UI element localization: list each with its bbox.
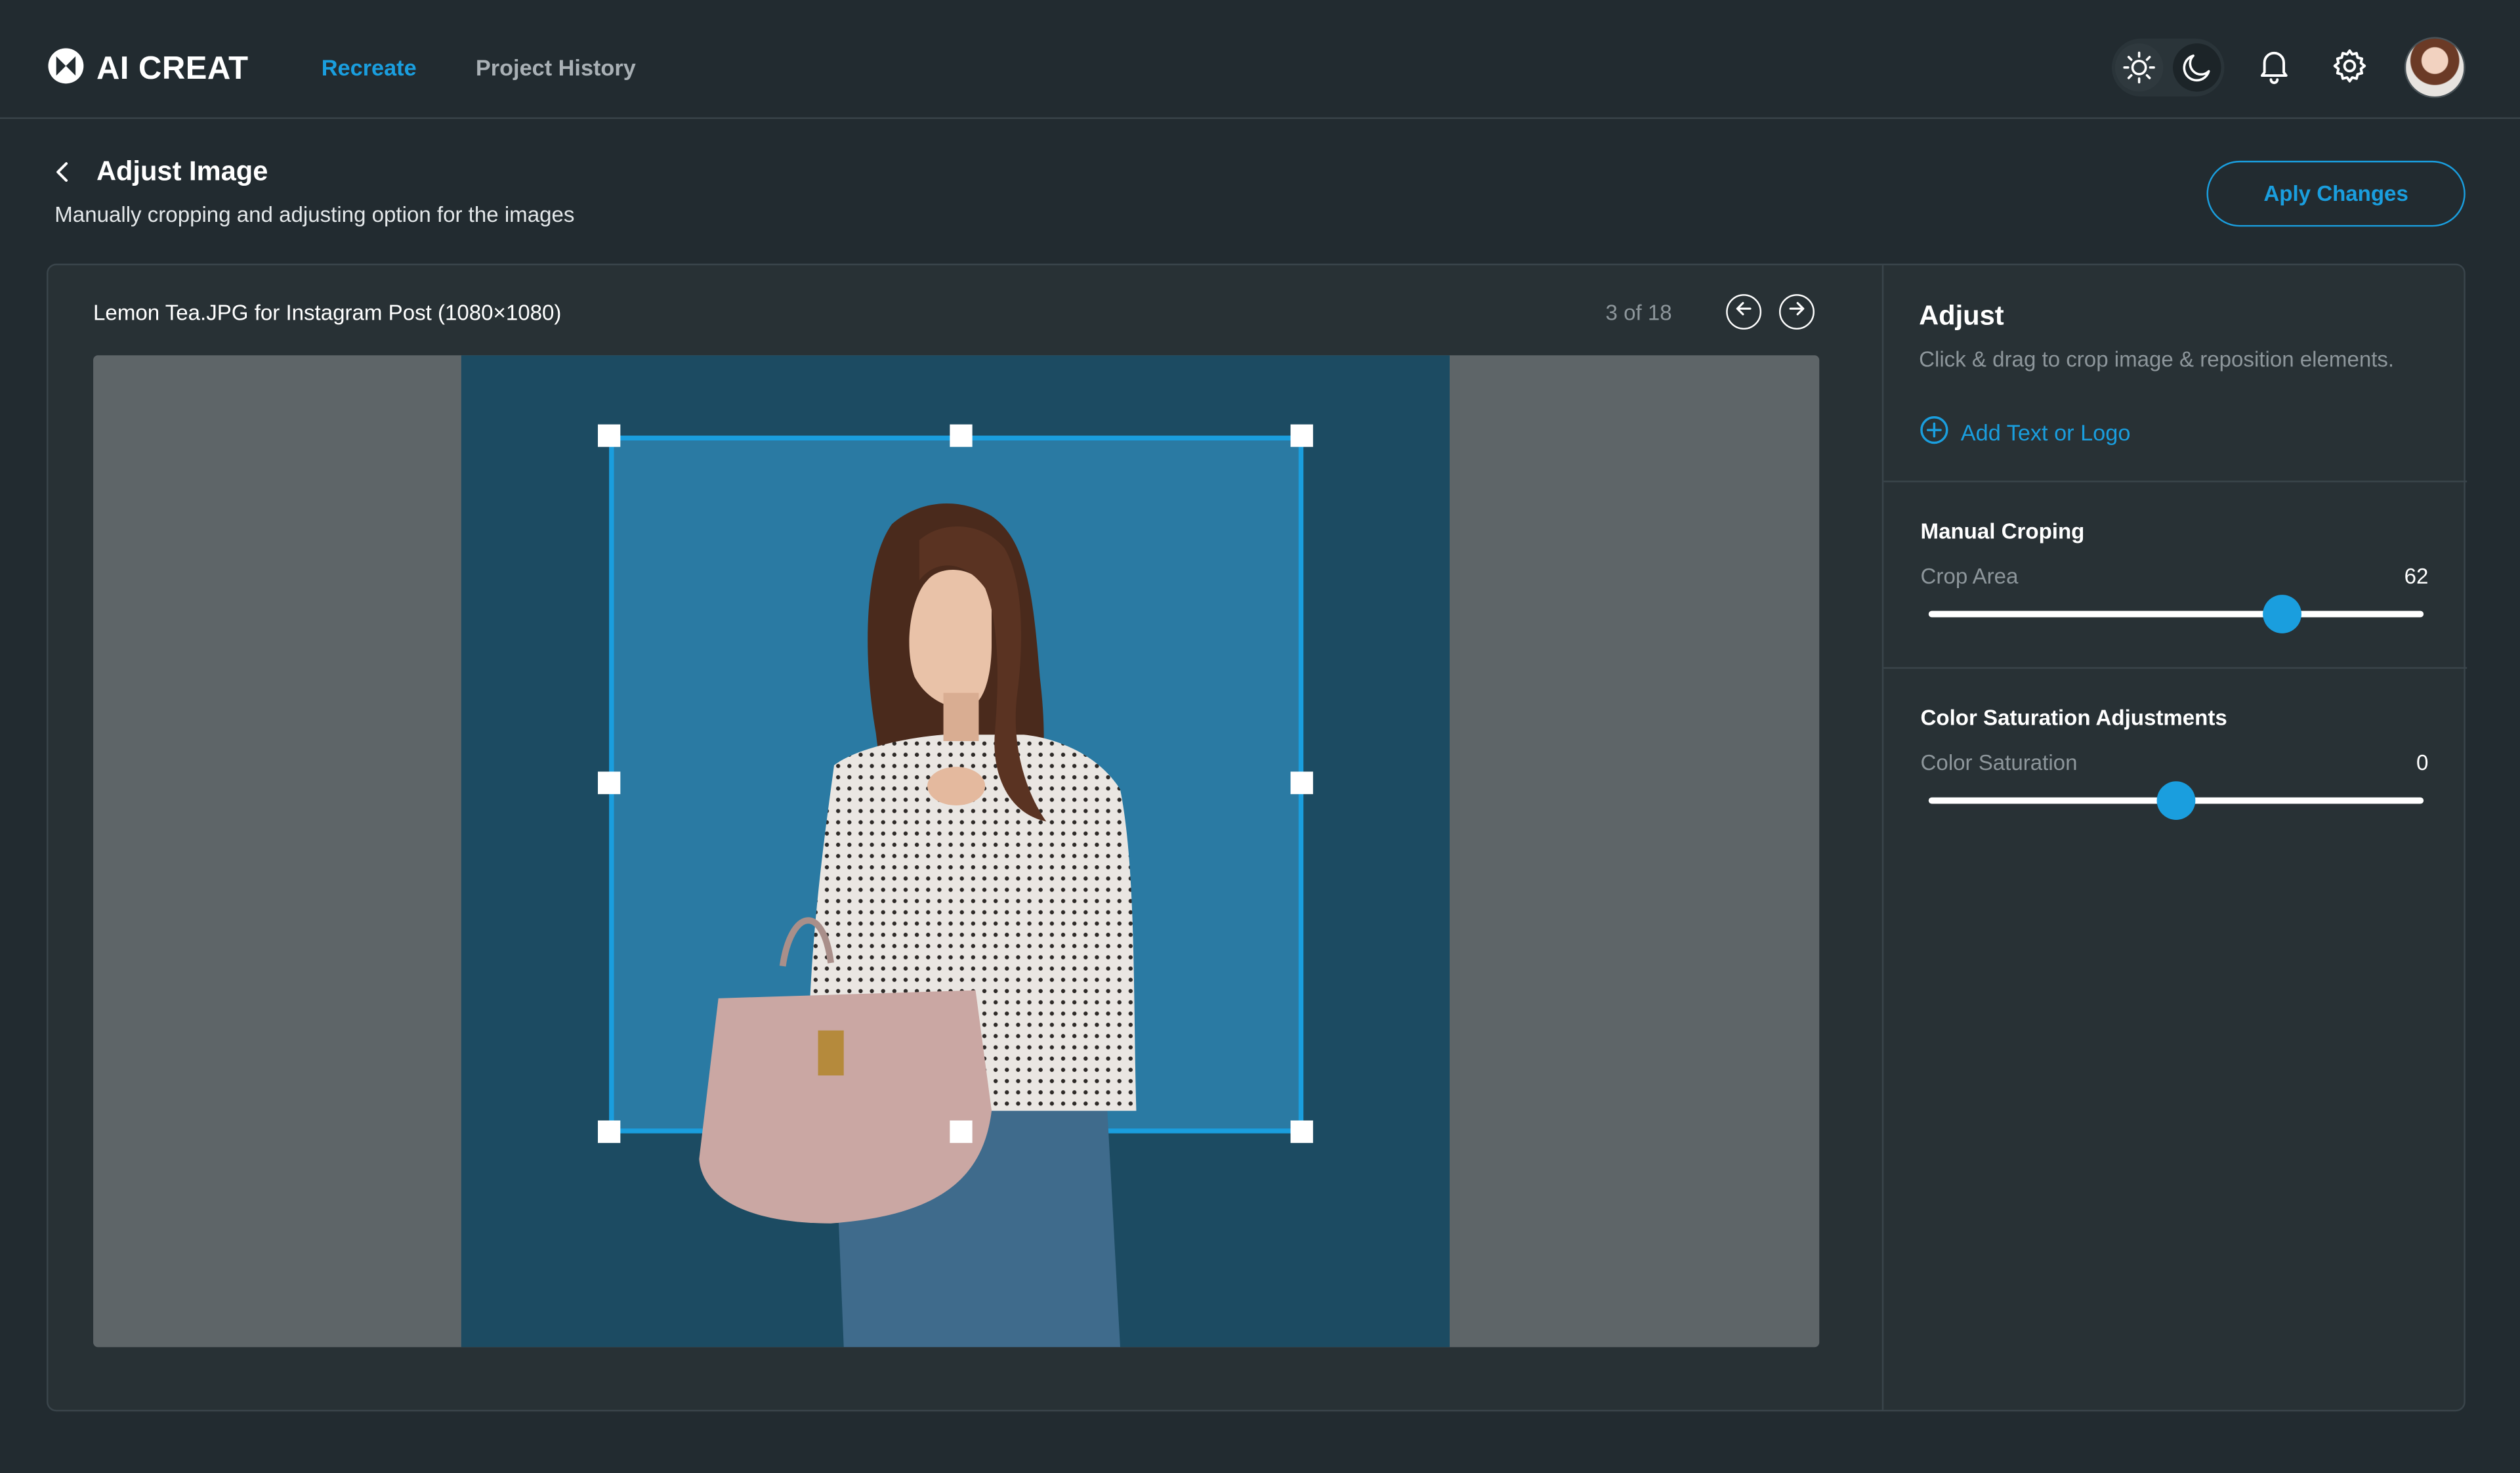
- color-saturation-slider[interactable]: [1928, 781, 2424, 820]
- crop-handle-top-left[interactable]: [598, 424, 621, 447]
- image-canvas[interactable]: [93, 355, 1820, 1348]
- app-window: AI CREAT Recreate Project History Adjust…: [0, 0, 2520, 1472]
- adjust-description: Click & drag to crop image & reposition …: [1919, 347, 2395, 372]
- page-title: Adjust Image: [96, 156, 268, 187]
- crop-handle-bottom-right[interactable]: [1290, 1120, 1313, 1143]
- top-bar: AI CREAT Recreate Project History: [0, 0, 2520, 119]
- color-saturation-slider-thumb[interactable]: [2156, 781, 2196, 820]
- moon-icon[interactable]: [2173, 43, 2221, 92]
- nav-recreate[interactable]: Recreate: [322, 54, 417, 80]
- color-saturation-section: Color Saturation Adjustments Color Satur…: [1883, 669, 2467, 855]
- color-saturation-label: Color Saturation: [1920, 750, 2078, 775]
- adjust-panel: Adjust Click & drag to crop image & repo…: [1881, 265, 2468, 1410]
- add-text-or-logo-button[interactable]: Add Text or Logo: [1919, 415, 2130, 450]
- add-text-or-logo-label: Add Text or Logo: [1960, 419, 2131, 446]
- crop-handle-top-right[interactable]: [1290, 424, 1313, 447]
- crop-area-slider-thumb[interactable]: [2263, 595, 2302, 633]
- adjust-title: Adjust: [1919, 300, 2004, 331]
- file-name: Lemon Tea.JPG for Instagram Post (1080×1…: [93, 300, 562, 325]
- crop-handle-bottom-left[interactable]: [598, 1120, 621, 1143]
- next-image-button[interactable]: [1779, 294, 1815, 330]
- image-preview[interactable]: [461, 355, 1450, 1348]
- crop-handle-top[interactable]: [950, 424, 973, 447]
- arrow-right-icon: [1787, 297, 1806, 326]
- manual-cropping-title: Manual Croping: [1920, 519, 2085, 544]
- crop-area-slider[interactable]: [1928, 595, 2424, 633]
- sun-icon[interactable]: [2114, 43, 2164, 92]
- apply-changes-button[interactable]: Aply Changes: [2206, 160, 2466, 227]
- plus-circle-icon: [1919, 415, 1950, 450]
- editor-panel: Lemon Tea.JPG for Instagram Post (1080×1…: [47, 263, 2468, 1412]
- crop-area-value: 62: [2404, 564, 2429, 589]
- bell-icon[interactable]: [2253, 45, 2295, 87]
- app-name: AI CREAT: [96, 51, 249, 87]
- logo-icon: [47, 47, 85, 93]
- logo[interactable]: AI CREAT: [47, 47, 249, 93]
- back-arrow-icon[interactable]: [48, 158, 77, 194]
- manual-cropping-section: Manual Croping Crop Area 62: [1883, 482, 2468, 669]
- adjust-section: Adjust Click & drag to crop image & repo…: [1883, 265, 2468, 482]
- crop-handle-bottom[interactable]: [950, 1120, 973, 1143]
- person-image: [699, 503, 1137, 1348]
- crop-area-label: Crop Area: [1920, 564, 2019, 589]
- previous-image-button[interactable]: [1726, 294, 1762, 330]
- color-saturation-title: Color Saturation Adjustments: [1920, 706, 2227, 730]
- color-saturation-value: 0: [2416, 750, 2429, 775]
- avatar[interactable]: [2404, 37, 2466, 98]
- crop-handle-right[interactable]: [1290, 771, 1313, 794]
- page-subtitle: Manually cropping and adjusting option f…: [54, 202, 575, 227]
- crop-handle-left[interactable]: [598, 771, 621, 794]
- gear-icon[interactable]: [2329, 45, 2371, 87]
- arrow-left-icon: [1734, 297, 1753, 326]
- theme-toggle[interactable]: [2111, 38, 2225, 96]
- image-counter: 3 of 18: [1605, 300, 1672, 325]
- nav-project-history[interactable]: Project History: [476, 54, 636, 80]
